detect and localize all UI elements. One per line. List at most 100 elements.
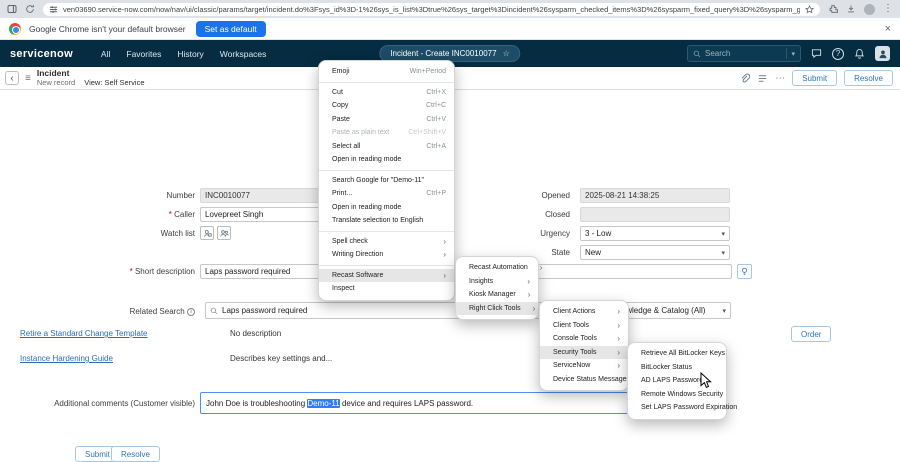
menu-item-label: Set LAPS Password Expiration (641, 404, 737, 411)
menu-item-shortcut: Ctrl+C (410, 102, 446, 109)
client-tools-menu-item[interactable]: Client Tools› (540, 319, 628, 333)
copy-menu-item[interactable]: CopyCtrl+C (319, 99, 454, 113)
help-icon[interactable]: ? (832, 48, 844, 60)
open-in-reading-mode-menu-item[interactable]: Open in reading mode (319, 201, 454, 215)
more-options-icon[interactable]: ⋯ (775, 73, 785, 84)
set-laps-password-expiration-menu-item[interactable]: Set LAPS Password Expiration (628, 401, 726, 415)
submenu-arrow-icon: › (431, 271, 446, 280)
caller-field[interactable]: Lovepreet Singh (200, 207, 332, 222)
bookmark-star-icon[interactable] (805, 5, 814, 14)
closed-field[interactable] (580, 207, 730, 222)
recast-software-menu-item[interactable]: Recast Software› (319, 269, 454, 283)
device-status-messages-menu-item[interactable]: Device Status Messages (540, 373, 628, 387)
back-button[interactable]: ‹ (5, 71, 19, 85)
spell-check-menu-item[interactable]: Spell check› (319, 235, 454, 249)
submenu-arrow-icon: › (521, 304, 536, 313)
nav-history[interactable]: History (177, 49, 203, 59)
print-menu-item[interactable]: Print...Ctrl+P (319, 187, 454, 201)
menu-item-label: Paste (332, 116, 350, 123)
watch-list-add-me-icon[interactable] (200, 226, 214, 240)
menu-item-label: Console Tools (553, 335, 597, 342)
order-button[interactable]: Order (791, 326, 831, 342)
menu-item-label: BitLocker Status (641, 364, 692, 371)
resolve-button[interactable]: Resolve (111, 446, 160, 462)
menu-item-label: Cut (332, 89, 343, 96)
menu-item-label: Open in reading mode (332, 156, 401, 163)
nav-workspaces[interactable]: Workspaces (220, 49, 267, 59)
caller-label: * Caller (45, 210, 195, 219)
resolve-button-top[interactable]: Resolve (844, 70, 893, 86)
recast-automation-menu-item[interactable]: Recast Automation› (456, 261, 538, 275)
translate-selection-to-english-menu-item[interactable]: Translate selection to English (319, 214, 454, 228)
number-label: Number (45, 191, 195, 200)
search-icon (693, 50, 701, 58)
menu-item-label: Select all (332, 143, 360, 150)
chat-icon[interactable] (810, 47, 823, 60)
user-avatar[interactable] (875, 46, 890, 61)
emoji-menu-item[interactable]: EmojiWin+Period (319, 65, 454, 79)
address-bar[interactable]: ven03690.service-now.com/now/nav/ui/clas… (43, 3, 820, 16)
open-in-reading-mode-menu-item[interactable]: Open in reading mode (319, 153, 454, 167)
number-field[interactable]: INC0010077 (200, 188, 332, 203)
attachment-icon[interactable] (739, 73, 750, 84)
browser-profile-avatar[interactable] (864, 4, 875, 15)
insights-menu-item[interactable]: Insights› (456, 275, 538, 289)
menu-item-label: Writing Direction (332, 251, 383, 258)
site-settings-icon[interactable] (49, 5, 58, 14)
watch-list-edit-icon[interactable] (217, 226, 231, 240)
console-tools-menu-item[interactable]: Console Tools› (540, 332, 628, 346)
view-selector[interactable]: View: Self Service (84, 79, 144, 88)
servicenow-menu-item[interactable]: ServiceNow› (540, 359, 628, 373)
record-header-actions: ⋯ Submit Resolve (739, 70, 895, 86)
notifications-icon[interactable] (853, 47, 866, 60)
downloads-icon[interactable] (846, 4, 856, 14)
search-google-for-demo-11-menu-item[interactable]: Search Google for "Demo-11" (319, 174, 454, 188)
nav-favorites[interactable]: Favorites (126, 49, 161, 59)
refresh-icon[interactable] (25, 4, 35, 14)
nav-all[interactable]: All (101, 49, 110, 59)
servicenow-logo[interactable]: servicenow (10, 48, 73, 60)
record-context-menu-icon[interactable]: ≡ (25, 73, 31, 84)
default-browser-text: Google Chrome isn't your default browser (29, 24, 186, 34)
record-title-block: Incident New record View: Self Service (37, 69, 145, 87)
inspect-menu-item[interactable]: Inspect (319, 282, 454, 296)
state-select[interactable]: New▾ (580, 245, 730, 260)
menu-item-label: Emoji (332, 68, 350, 75)
activity-stream-icon[interactable] (757, 73, 768, 84)
cut-menu-item[interactable]: CutCtrl+X (319, 86, 454, 100)
menu-item-label: Retrieve All BitLocker Keys (641, 350, 725, 357)
remote-windows-security-menu-item[interactable]: Remote Windows Security (628, 388, 726, 402)
extensions-icon[interactable] (828, 4, 838, 14)
browser-panel-icon[interactable] (7, 4, 17, 14)
result-link-hardening-guide[interactable]: Instance Hardening Guide (20, 354, 113, 363)
submit-button-top[interactable]: Submit (792, 70, 837, 86)
info-icon[interactable]: i (187, 308, 195, 316)
submenu-arrow-icon: › (431, 250, 446, 259)
urgency-select[interactable]: 3 - Low▾ (580, 226, 730, 241)
writing-direction-menu-item[interactable]: Writing Direction › (319, 248, 454, 262)
paste-menu-item[interactable]: PasteCtrl+V (319, 113, 454, 127)
security-tools-menu-item[interactable]: Security Tools› (540, 346, 628, 360)
global-search[interactable]: Search ▾ (687, 45, 801, 62)
paste-as-plain-text-menu-item[interactable]: Paste as plain textCtrl+Shift+V (319, 126, 454, 140)
retrieve-all-bitlocker-keys-menu-item[interactable]: Retrieve All BitLocker Keys (628, 347, 726, 361)
right-click-tools-menu-item[interactable]: Right Click Tools› (456, 302, 538, 316)
set-as-default-button[interactable]: Set as default (196, 21, 266, 37)
menu-item-label: Search Google for "Demo-11" (332, 177, 424, 184)
kiosk-manager-menu-item[interactable]: Kiosk Manager› (456, 288, 538, 302)
menu-item-label: Right Click Tools (469, 305, 521, 312)
client-actions-menu-item[interactable]: Client Actions› (540, 305, 628, 319)
search-scope-chevron-icon[interactable]: ▾ (791, 50, 795, 58)
result-link-retire-template[interactable]: Retire a Standard Change Template (20, 329, 148, 338)
menu-separator (319, 170, 454, 171)
opened-field[interactable]: 2025-08-21 14:38:25 (580, 188, 730, 203)
menu-item-label: Client Tools (553, 322, 589, 329)
record-subtitle: New record (37, 79, 75, 88)
favorite-star-icon[interactable]: ☆ (503, 49, 510, 58)
banner-close-icon[interactable]: × (885, 23, 891, 35)
select-all-menu-item[interactable]: Select allCtrl+A (319, 140, 454, 154)
chrome-logo-icon (9, 23, 21, 35)
browser-menu-icon[interactable]: ⋮ (883, 4, 893, 14)
suggestion-lightbulb-icon[interactable] (737, 264, 752, 279)
search-icon (210, 307, 218, 315)
